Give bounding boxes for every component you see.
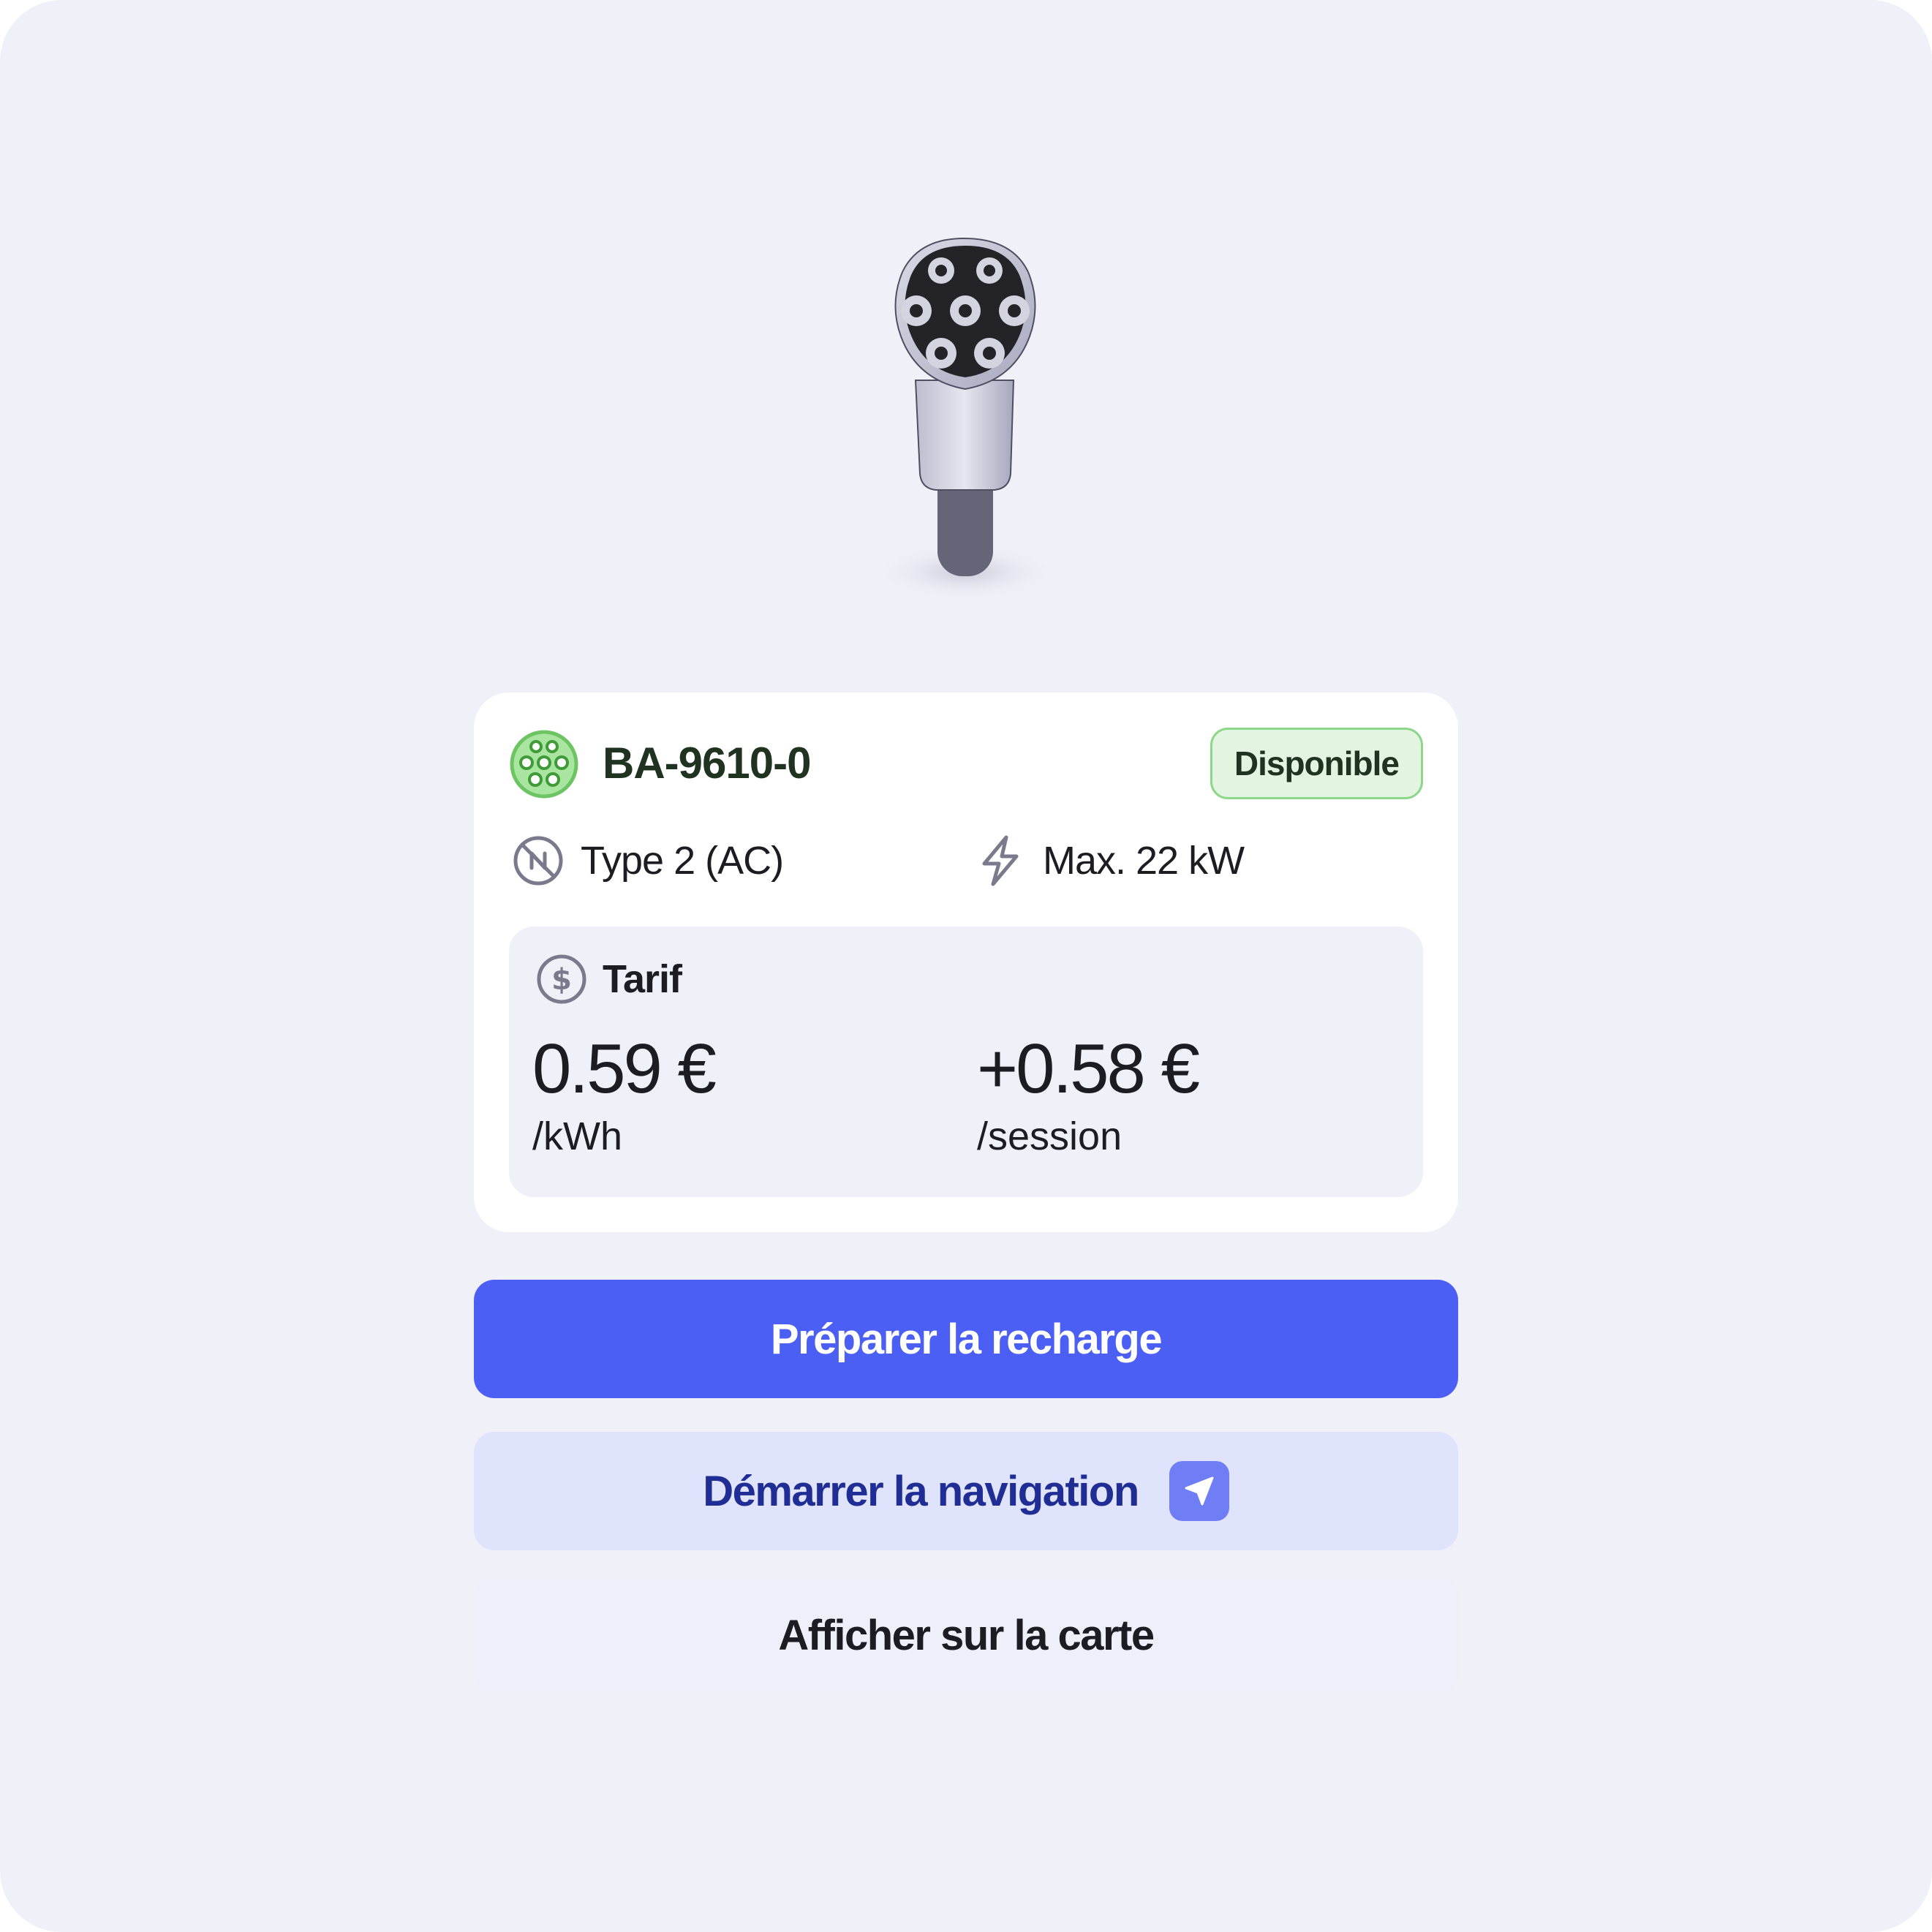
ac-current-icon [513, 836, 563, 886]
station-detail-screen: BA-9610-0 Disponible Type 2 (AC) Max. 22… [0, 0, 1932, 1932]
show-on-map-label: Afficher sur la carte [778, 1611, 1155, 1659]
connector-type-label: Type 2 (AC) [581, 839, 784, 883]
svg-text:$: $ [551, 963, 572, 997]
tariff-title: Tarif [603, 957, 682, 1001]
status-badge: Disponible [1210, 728, 1423, 799]
session-price-unit: /session [977, 1114, 1122, 1158]
lightning-icon [982, 835, 1019, 886]
navigation-arrow-icon [1169, 1461, 1229, 1521]
prepare-charging-label: Préparer la recharge [770, 1315, 1163, 1363]
station-card: BA-9610-0 Disponible Type 2 (AC) Max. 22… [474, 693, 1458, 1232]
session-price: +0.58 € /session [977, 1029, 1200, 1162]
type2-connector-icon [509, 729, 579, 799]
session-price-value: +0.58 € [977, 1030, 1200, 1108]
start-navigation-button[interactable]: Démarrer la navigation [474, 1432, 1458, 1550]
start-navigation-label: Démarrer la navigation [703, 1467, 1139, 1515]
dollar-circle-icon: $ [537, 954, 586, 1004]
energy-price-unit: /kWh [532, 1114, 623, 1158]
tariff-header: $ Tarif [535, 953, 682, 1005]
connector-type-spec: Type 2 (AC) [512, 831, 784, 890]
max-power-spec: Max. 22 kW [974, 831, 1245, 890]
energy-price-value: 0.59 € [532, 1030, 717, 1108]
show-on-map-button[interactable]: Afficher sur la carte [474, 1576, 1458, 1694]
tariff-panel: $ Tarif 0.59 € /kWh +0.58 € /session [509, 927, 1423, 1197]
station-header: BA-9610-0 Disponible [509, 728, 1423, 799]
energy-price: 0.59 € /kWh [532, 1029, 717, 1162]
max-power-label: Max. 22 kW [1043, 839, 1245, 883]
prepare-charging-button[interactable]: Préparer la recharge [474, 1280, 1458, 1398]
station-id: BA-9610-0 [603, 739, 811, 788]
ev-charging-plug-icon [863, 234, 1068, 614]
